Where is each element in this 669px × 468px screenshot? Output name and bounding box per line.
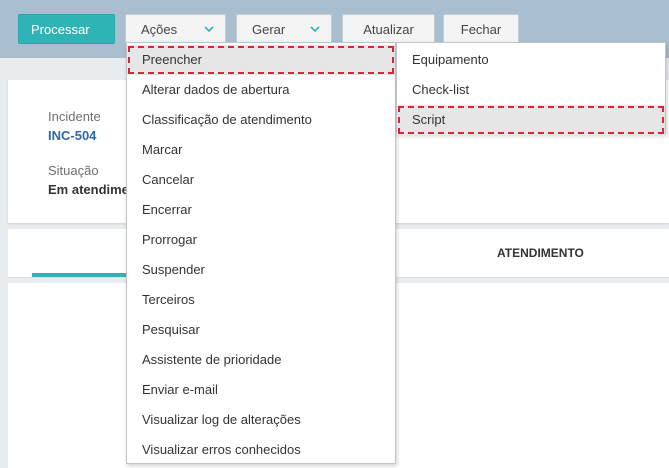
menu-item-terceiros[interactable]: Terceiros: [127, 285, 395, 315]
incidente-link[interactable]: INC-504: [48, 128, 96, 143]
acoes-label: Ações: [141, 21, 178, 37]
preencher-submenu: Equipamento Check-list Script: [396, 42, 666, 135]
menu-item-visualizar-erros-conhecidos[interactable]: Visualizar erros conhecidos: [127, 435, 395, 465]
situacao-value: Em atendime: [48, 182, 129, 197]
gerar-dropdown-button[interactable]: Gerar: [236, 14, 332, 44]
menu-item-cancelar[interactable]: Cancelar: [127, 165, 395, 195]
submenu-item-script[interactable]: Script: [397, 105, 665, 135]
chevron-down-icon: [204, 26, 214, 33]
menu-item-classificacao-de-atendimento[interactable]: Classificação de atendimento: [127, 105, 395, 135]
situacao-label: Situação: [48, 163, 99, 178]
atualizar-button[interactable]: Atualizar: [342, 14, 435, 44]
menu-item-visualizar-log-de-alteracoes[interactable]: Visualizar log de alterações: [127, 405, 395, 435]
fechar-button[interactable]: Fechar: [443, 14, 519, 44]
submenu-item-check-list[interactable]: Check-list: [397, 75, 665, 105]
menu-item-alterar-dados-de-abertura[interactable]: Alterar dados de abertura: [127, 75, 395, 105]
submenu-item-equipamento[interactable]: Equipamento: [397, 45, 665, 75]
acoes-menu: Preencher Alterar dados de abertura Classi…: [126, 42, 396, 464]
menu-item-enviar-e-mail[interactable]: Enviar e-mail: [127, 375, 395, 405]
menu-item-marcar[interactable]: Marcar: [127, 135, 395, 165]
menu-item-suspender[interactable]: Suspender: [127, 255, 395, 285]
tab-atendimento[interactable]: ATENDIMENTO: [497, 246, 584, 260]
menu-item-pesquisar[interactable]: Pesquisar: [127, 315, 395, 345]
menu-item-encerrar[interactable]: Encerrar: [127, 195, 395, 225]
menu-item-preencher[interactable]: Preencher: [127, 45, 395, 75]
chevron-down-icon: [310, 26, 320, 33]
processar-button[interactable]: Processar: [18, 14, 115, 44]
incidente-label: Incidente: [48, 109, 101, 124]
menu-item-prorrogar[interactable]: Prorrogar: [127, 225, 395, 255]
menu-item-assistente-de-prioridade[interactable]: Assistente de prioridade: [127, 345, 395, 375]
gerar-label: Gerar: [252, 21, 286, 37]
acoes-dropdown-button[interactable]: Ações: [125, 14, 226, 44]
